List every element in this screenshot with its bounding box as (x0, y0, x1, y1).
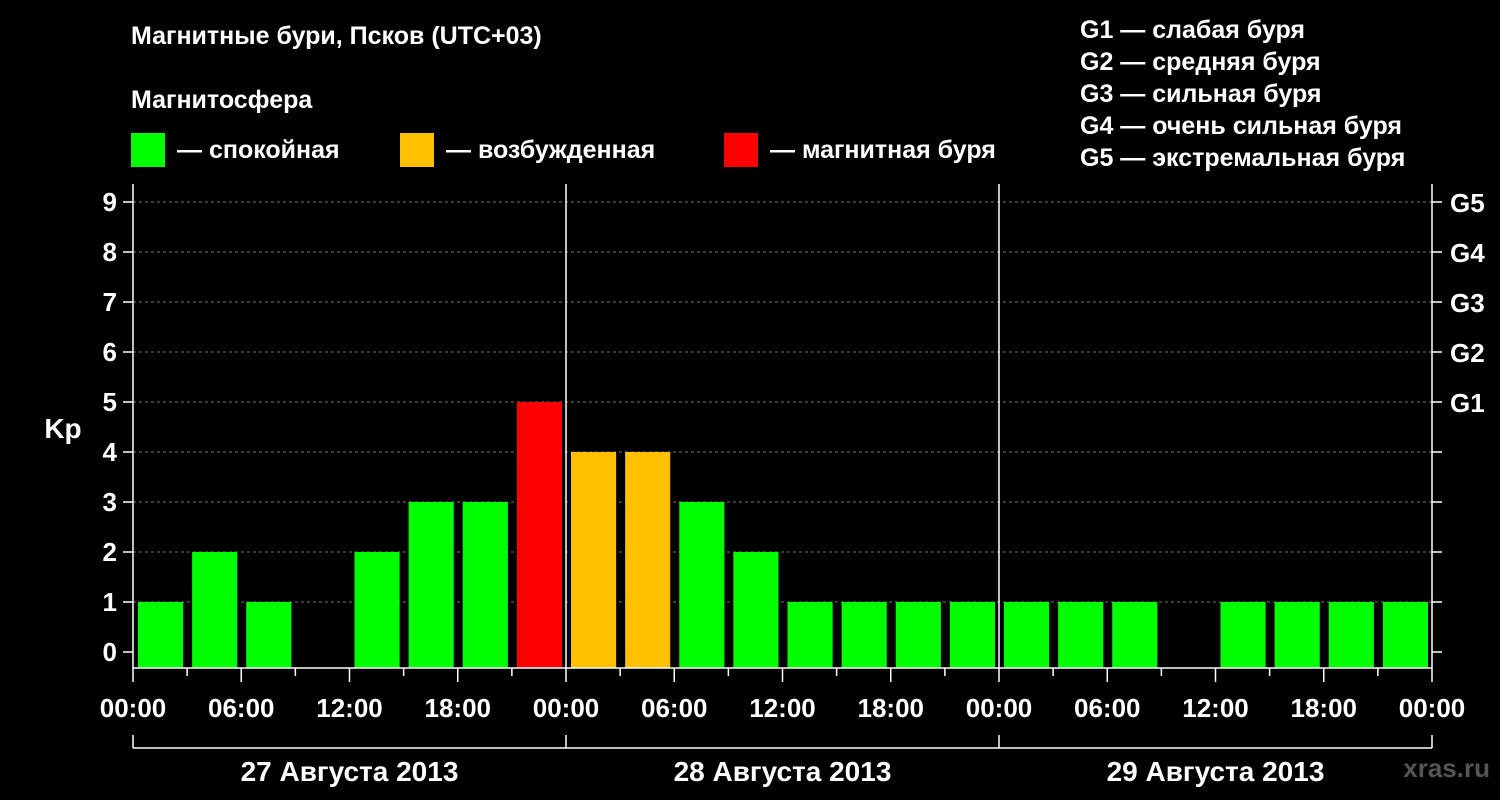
x-tick-label: 18:00 (425, 693, 492, 723)
x-tick-label: 12:00 (749, 693, 816, 723)
y-tick-label: 2 (103, 537, 117, 567)
kp-bar (462, 502, 508, 668)
x-tick-label: 06:00 (208, 693, 275, 723)
g-scale-label: G1 (1450, 388, 1485, 418)
x-tick-label: 00:00 (100, 693, 167, 723)
x-tick-label: 18:00 (858, 693, 925, 723)
kp-bar (1328, 602, 1374, 668)
kp-bar (1112, 602, 1158, 668)
kp-bar (571, 452, 617, 668)
kp-bar (408, 502, 454, 668)
kp-bar (787, 602, 833, 668)
x-tick-label: 12:00 (316, 693, 383, 723)
y-tick-label: 6 (103, 337, 117, 367)
x-tick-label: 18:00 (1291, 693, 1358, 723)
g-scale-label: G2 (1450, 338, 1485, 368)
x-tick-label: 00:00 (1399, 693, 1466, 723)
x-tick-label: 00:00 (533, 693, 600, 723)
y-tick-label: 7 (103, 287, 117, 317)
day-label: 29 Августа 2013 (1107, 756, 1325, 787)
y-tick-label: 1 (103, 587, 117, 617)
kp-bar (246, 602, 292, 668)
kp-bar (841, 602, 887, 668)
kp-bar (1220, 602, 1266, 668)
kp-bar (1382, 602, 1428, 668)
kp-bar (679, 502, 725, 668)
kp-bar (625, 452, 671, 668)
g-scale-label: G5 (1450, 188, 1485, 218)
kp-bar (1004, 602, 1050, 668)
kp-bar (138, 602, 184, 668)
kp-bar (516, 402, 562, 668)
g-scale-label: G3 (1450, 288, 1485, 318)
y-tick-label: 4 (103, 437, 118, 467)
x-tick-label: 06:00 (1074, 693, 1141, 723)
x-tick-label: 12:00 (1182, 693, 1249, 723)
y-tick-label: 3 (103, 487, 117, 517)
kp-bar (1058, 602, 1104, 668)
y-tick-label: 9 (103, 187, 117, 217)
kp-bar (895, 602, 941, 668)
y-tick-label: 8 (103, 237, 117, 267)
day-label: 28 Августа 2013 (674, 756, 892, 787)
kp-bar (1274, 602, 1320, 668)
x-tick-label: 06:00 (641, 693, 708, 723)
y-tick-label: 5 (103, 387, 117, 417)
y-axis-label: Kp (44, 413, 81, 444)
kp-bar (192, 552, 238, 668)
kp-bar (733, 552, 779, 668)
kp-bar (354, 552, 400, 668)
y-tick-label: 0 (103, 637, 117, 667)
day-label: 27 Августа 2013 (241, 756, 459, 787)
g-scale-label: G4 (1450, 238, 1485, 268)
watermark: xras.ru (1403, 753, 1490, 783)
kp-bar (949, 602, 995, 668)
x-tick-label: 00:00 (966, 693, 1033, 723)
kp-bar-chart: 0 1 2 3 4 5 6 7 8 9 G1 G2 G3 G4 G5 Kp 00:00 06:00 12:00 18:… (44, 184, 1485, 787)
